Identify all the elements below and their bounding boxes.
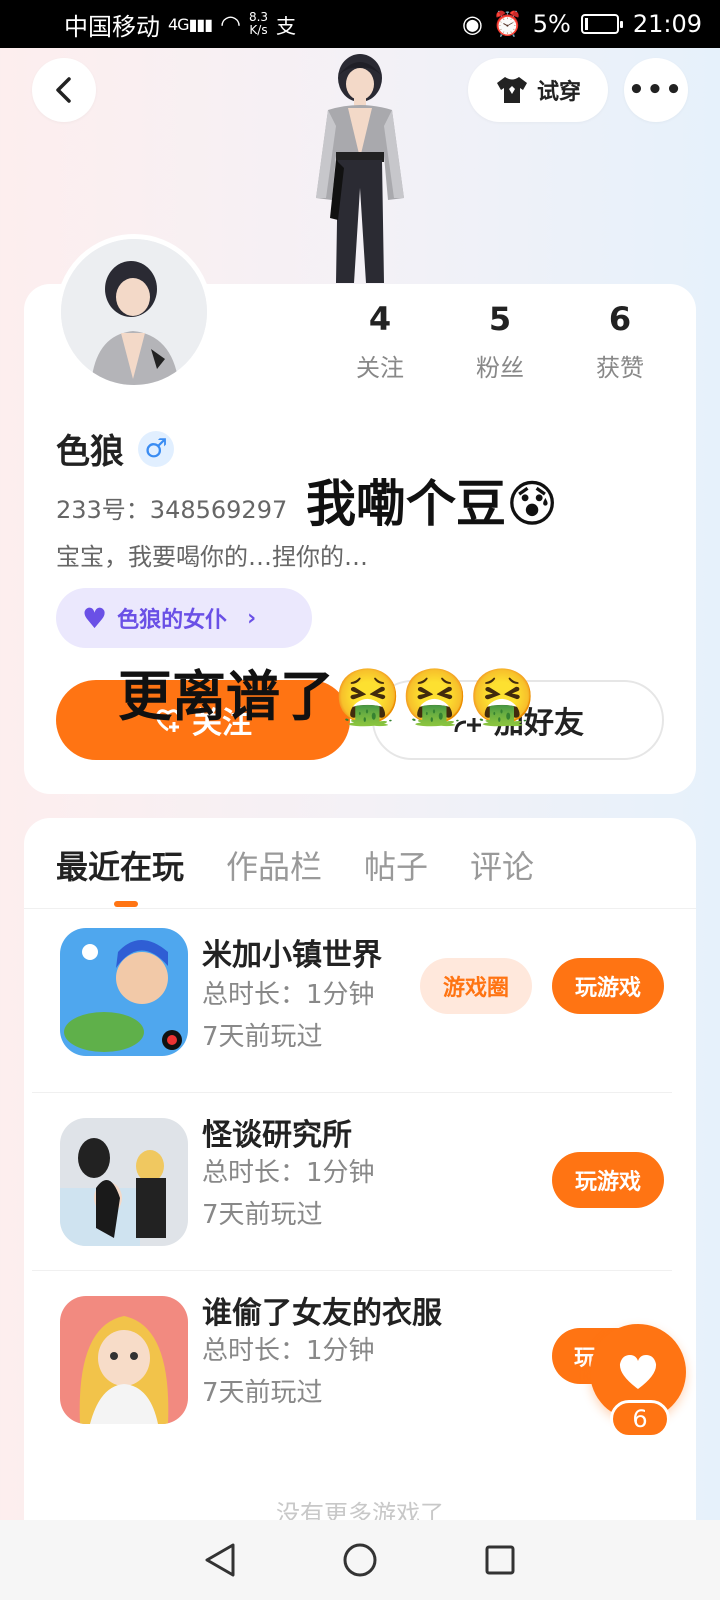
game-cover-image xyxy=(60,1296,188,1424)
stat-followers[interactable]: 5 粉丝 xyxy=(440,300,560,383)
square-recents-icon xyxy=(485,1545,515,1575)
game-icon[interactable] xyxy=(60,1118,188,1246)
signal-icon: 4G▮▮▮ xyxy=(168,14,213,34)
carrier-label: 中国移动 xyxy=(64,12,160,41)
tab-works[interactable]: 作品栏 xyxy=(226,842,322,888)
user-name: 色狼 xyxy=(56,432,124,472)
chevron-left-icon xyxy=(56,77,71,103)
game-duration: 总时长：1分钟 xyxy=(202,1336,375,1366)
overlay-sticker-text: 更离谱了🤮🤮🤮 xyxy=(118,665,536,728)
try-on-label: 试穿 xyxy=(536,80,581,105)
game-icon[interactable] xyxy=(60,928,188,1056)
tab-comments[interactable]: 评论 xyxy=(470,842,534,888)
back-button[interactable] xyxy=(32,58,96,122)
divider xyxy=(24,908,696,909)
stat-number: 4 xyxy=(368,300,392,338)
alipay-icon: 支 xyxy=(276,13,297,38)
user-id[interactable]: 233号：348569297 xyxy=(56,490,287,525)
game-icon[interactable] xyxy=(60,1296,188,1424)
maid-tag-button[interactable]: ♥ 色狼的女仆 › xyxy=(56,588,312,648)
game-title: 谁偷了女友的衣服 xyxy=(202,1296,442,1331)
battery-percent: 5% xyxy=(532,10,571,38)
game-last-played: 7天前玩过 xyxy=(202,1200,323,1230)
stat-likes[interactable]: 6 获赞 xyxy=(560,300,680,383)
alarm-icon: ⏰ xyxy=(492,10,523,38)
game-row[interactable]: 怪谈研究所 总时长：1分钟 7天前玩过 玩游戏 xyxy=(24,1094,696,1270)
game-duration: 总时长：1分钟 xyxy=(202,980,375,1010)
game-cover-image xyxy=(60,1118,188,1246)
eye-icon: ◉ xyxy=(461,10,483,38)
chevron-right-icon: › xyxy=(247,605,257,631)
heart-icon xyxy=(619,1355,657,1389)
tshirt-icon xyxy=(496,77,527,103)
tab-recently-played[interactable]: 最近在玩 xyxy=(56,842,184,888)
heart-icon: ♥ xyxy=(82,601,108,635)
play-game-button[interactable]: 玩游戏 xyxy=(552,958,664,1014)
battery-icon xyxy=(580,14,623,34)
divider xyxy=(32,1092,672,1093)
more-dots-icon: ••• xyxy=(628,75,684,105)
like-count-badge: 6 xyxy=(610,1400,670,1438)
game-circle-button[interactable]: 游戏圈 xyxy=(420,958,532,1014)
avatar[interactable] xyxy=(56,234,212,390)
game-last-played: 7天前玩过 xyxy=(202,1022,323,1052)
divider xyxy=(32,1270,672,1271)
nav-back-button[interactable] xyxy=(200,1540,240,1580)
more-button[interactable]: ••• xyxy=(624,58,688,122)
stat-label: 关注 xyxy=(356,354,404,382)
user-bio[interactable]: 宝宝，我要喝你的…捏你的… xyxy=(56,537,368,572)
triangle-back-icon xyxy=(205,1543,235,1577)
tab-posts[interactable]: 帖子 xyxy=(364,842,428,888)
game-cover-image xyxy=(60,928,188,1056)
nav-home-button[interactable] xyxy=(340,1540,380,1580)
tab-bar: 最近在玩 作品栏 帖子 评论 xyxy=(56,842,534,888)
nav-recents-button[interactable] xyxy=(480,1540,520,1580)
network-speed: 8.3 K/s xyxy=(248,10,269,37)
game-last-played: 7天前玩过 xyxy=(202,1378,323,1408)
stat-number: 5 xyxy=(488,300,512,338)
play-game-button[interactable]: 玩游戏 xyxy=(552,1152,664,1208)
maid-tag-label: 色狼的女仆 xyxy=(117,608,228,633)
game-title: 米加小镇世界 xyxy=(202,938,382,973)
game-title: 怪谈研究所 xyxy=(202,1118,352,1153)
status-bar: 中国移动 4G▮▮▮ ◠ 8.3 K/s 支 ◉ ⏰ 5% 21:09 xyxy=(0,0,720,48)
male-gender-icon: ♂ xyxy=(138,430,174,467)
game-duration: 总时长：1分钟 xyxy=(202,1158,375,1188)
avatar-image xyxy=(61,239,207,385)
wifi-icon: ◠ xyxy=(220,10,241,38)
stat-number: 6 xyxy=(608,300,632,338)
overlay-sticker-text: 我嘞个豆😰 xyxy=(306,475,559,533)
circle-home-icon xyxy=(343,1543,377,1577)
stat-following[interactable]: 4 关注 xyxy=(320,300,440,383)
profile-stats: 4 关注 5 粉丝 6 获赞 xyxy=(320,300,680,383)
character-figure xyxy=(316,54,404,283)
try-on-button[interactable]: 试穿 xyxy=(468,58,608,122)
game-row[interactable]: 米加小镇世界 总时长：1分钟 7天前玩过 游戏圈 玩游戏 xyxy=(24,912,696,1088)
name-row: 色狼 ♂ xyxy=(56,424,174,473)
stat-label: 获赞 xyxy=(596,354,644,382)
tab-indicator xyxy=(114,901,138,907)
system-nav-bar xyxy=(0,1520,720,1600)
stat-label: 粉丝 xyxy=(476,354,524,382)
clock: 21:09 xyxy=(632,10,702,38)
